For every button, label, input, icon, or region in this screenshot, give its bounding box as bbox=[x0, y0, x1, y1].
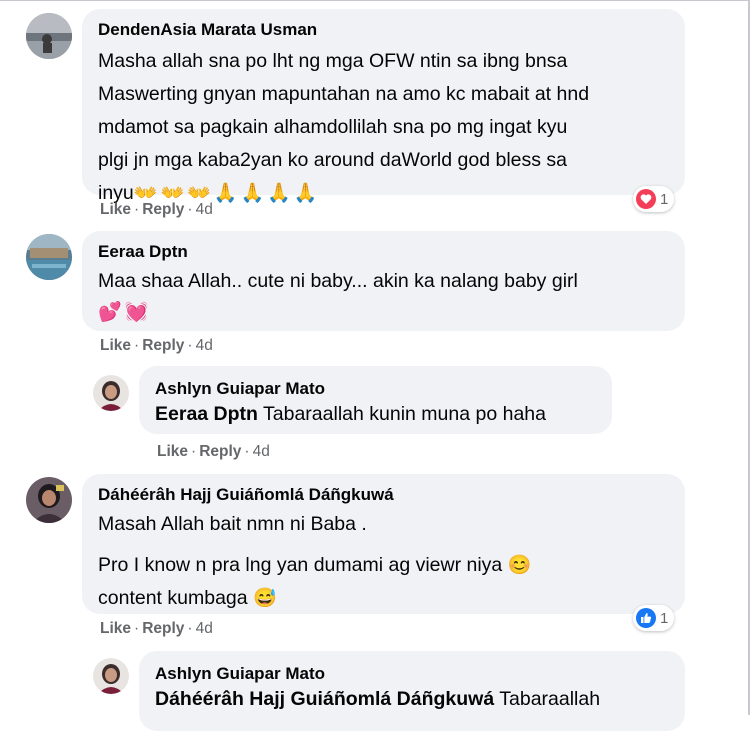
smile-icon: 😊 bbox=[507, 555, 533, 576]
avatar[interactable] bbox=[26, 477, 72, 523]
reaction-badge[interactable]: 1 bbox=[633, 605, 675, 631]
sweat-smile-icon: 😅 bbox=[253, 588, 278, 609]
avatar[interactable] bbox=[26, 234, 72, 280]
beating-heart-icon: 💓 bbox=[124, 302, 150, 323]
like-link[interactable]: Like bbox=[100, 201, 131, 218]
pray-icon: 🙏 bbox=[240, 183, 266, 204]
emoji-sequence: 💕 💓 bbox=[98, 298, 669, 328]
reply-text-body: Tabaraallah kunin muna po haha bbox=[257, 403, 546, 425]
avatar-photo-icon bbox=[93, 375, 129, 411]
avatar[interactable] bbox=[93, 375, 129, 411]
avatar-photo-icon bbox=[26, 234, 72, 280]
comment-line-text: content kumbaga bbox=[98, 587, 248, 609]
timestamp[interactable]: 4d bbox=[196, 201, 213, 218]
mention-link[interactable]: Dáhéérâh Hajj Guiáñomlá Dáñgkuwá bbox=[155, 688, 494, 710]
like-link[interactable]: Like bbox=[157, 443, 188, 460]
window-frame-top bbox=[0, 0, 750, 1]
heart-icon bbox=[636, 189, 656, 209]
avatar[interactable] bbox=[26, 13, 72, 59]
reply-text-body: Tabaraallah bbox=[494, 688, 601, 710]
separator: · bbox=[134, 620, 140, 637]
separator: · bbox=[244, 443, 250, 460]
comment-bubble: DendenAsia Marata Usman Masha allah sna … bbox=[82, 9, 685, 204]
comment-text: Masah Allah bait nmn ni Baba . Pro I kno… bbox=[98, 508, 669, 615]
reply-link[interactable]: Reply bbox=[142, 620, 184, 637]
comment-text: Masha allah sna po lht ng mga OFW ntin s… bbox=[98, 45, 669, 210]
comment-bubble: Dáhéérâh Hajj Guiáñomlá Dáñgkuwá Masah A… bbox=[82, 474, 685, 614]
reaction-count: 1 bbox=[660, 190, 669, 208]
comment-text: Maa shaa Allah.. cute ni baby... akin ka… bbox=[98, 265, 669, 328]
comment-line: Pro I know n pra lng yan dumami ag viewr… bbox=[98, 549, 669, 582]
like-link[interactable]: Like bbox=[100, 620, 131, 637]
comment-line: Masah Allah bait nmn ni Baba . bbox=[98, 513, 367, 535]
reaction-count: 1 bbox=[660, 609, 669, 627]
separator: · bbox=[187, 201, 193, 218]
reply-bubble: Ashlyn Guiapar Mato Dáhéérâh Hajj Guiáño… bbox=[139, 651, 685, 731]
separator: · bbox=[187, 620, 193, 637]
reply-link[interactable]: Reply bbox=[142, 201, 184, 218]
avatar-photo-icon bbox=[26, 477, 72, 523]
comment-author[interactable]: DendenAsia Marata Usman bbox=[98, 19, 669, 41]
timestamp[interactable]: 4d bbox=[253, 443, 270, 460]
separator: · bbox=[134, 201, 140, 218]
comment-line: plgi jn mga kaba2yan ko around daWorld g… bbox=[98, 149, 568, 171]
reply-text: Dáhéérâh Hajj Guiáñomlá Dáñgkuwá Tabaraa… bbox=[155, 685, 669, 713]
avatar[interactable] bbox=[93, 658, 129, 694]
pray-icon: 🙏 bbox=[293, 183, 319, 204]
separator: · bbox=[134, 337, 140, 354]
comment-actions: Like · Reply · 4d bbox=[100, 620, 213, 638]
reply-actions: Like · Reply · 4d bbox=[157, 443, 270, 461]
two-hearts-icon: 💕 bbox=[98, 302, 123, 323]
timestamp[interactable]: 4d bbox=[196, 620, 213, 637]
comment-line-text: Pro I know n pra lng yan dumami ag viewr… bbox=[98, 554, 503, 576]
like-link[interactable]: Like bbox=[100, 337, 131, 354]
comment-author[interactable]: Eeraa Dptn bbox=[98, 241, 669, 263]
reply-author[interactable]: Ashlyn Guiapar Mato bbox=[155, 378, 596, 400]
reaction-badge[interactable]: 1 bbox=[633, 186, 675, 212]
comment-bubble: Eeraa Dptn Maa shaa Allah.. cute ni baby… bbox=[82, 231, 685, 331]
comment-line: Maa shaa Allah.. cute ni baby... akin ka… bbox=[98, 270, 578, 292]
comment-line: Maswerting gnyan mapuntahan na amo kc ma… bbox=[98, 83, 590, 105]
comment-actions: Like · Reply · 4d bbox=[100, 201, 213, 219]
timestamp[interactable]: 4d bbox=[196, 337, 213, 354]
reply-text: Eeraa Dptn Tabaraallah kunin muna po hah… bbox=[155, 400, 596, 428]
avatar-photo-icon bbox=[26, 13, 72, 59]
mention-link[interactable]: Eeraa Dptn bbox=[155, 403, 258, 425]
reply-author[interactable]: Ashlyn Guiapar Mato bbox=[155, 663, 669, 685]
reply-link[interactable]: Reply bbox=[142, 337, 184, 354]
separator: · bbox=[191, 443, 197, 460]
comment-actions: Like · Reply · 4d bbox=[100, 337, 213, 355]
comment-author[interactable]: Dáhéérâh Hajj Guiáñomlá Dáñgkuwá bbox=[98, 484, 669, 506]
pray-icon: 🙏 bbox=[213, 183, 239, 204]
comment-line: Masha allah sna po lht ng mga OFW ntin s… bbox=[98, 50, 568, 72]
comment-line: content kumbaga 😅 bbox=[98, 582, 669, 615]
avatar-photo-icon bbox=[93, 658, 129, 694]
reply-link[interactable]: Reply bbox=[199, 443, 241, 460]
separator: · bbox=[187, 337, 193, 354]
comment-line: mdamot sa pagkain alhamdollilah sna po m… bbox=[98, 116, 568, 138]
like-icon bbox=[636, 608, 656, 628]
pray-icon: 🙏 bbox=[267, 183, 292, 204]
reply-bubble: Ashlyn Guiapar Mato Eeraa Dptn Tabaraall… bbox=[139, 366, 612, 434]
